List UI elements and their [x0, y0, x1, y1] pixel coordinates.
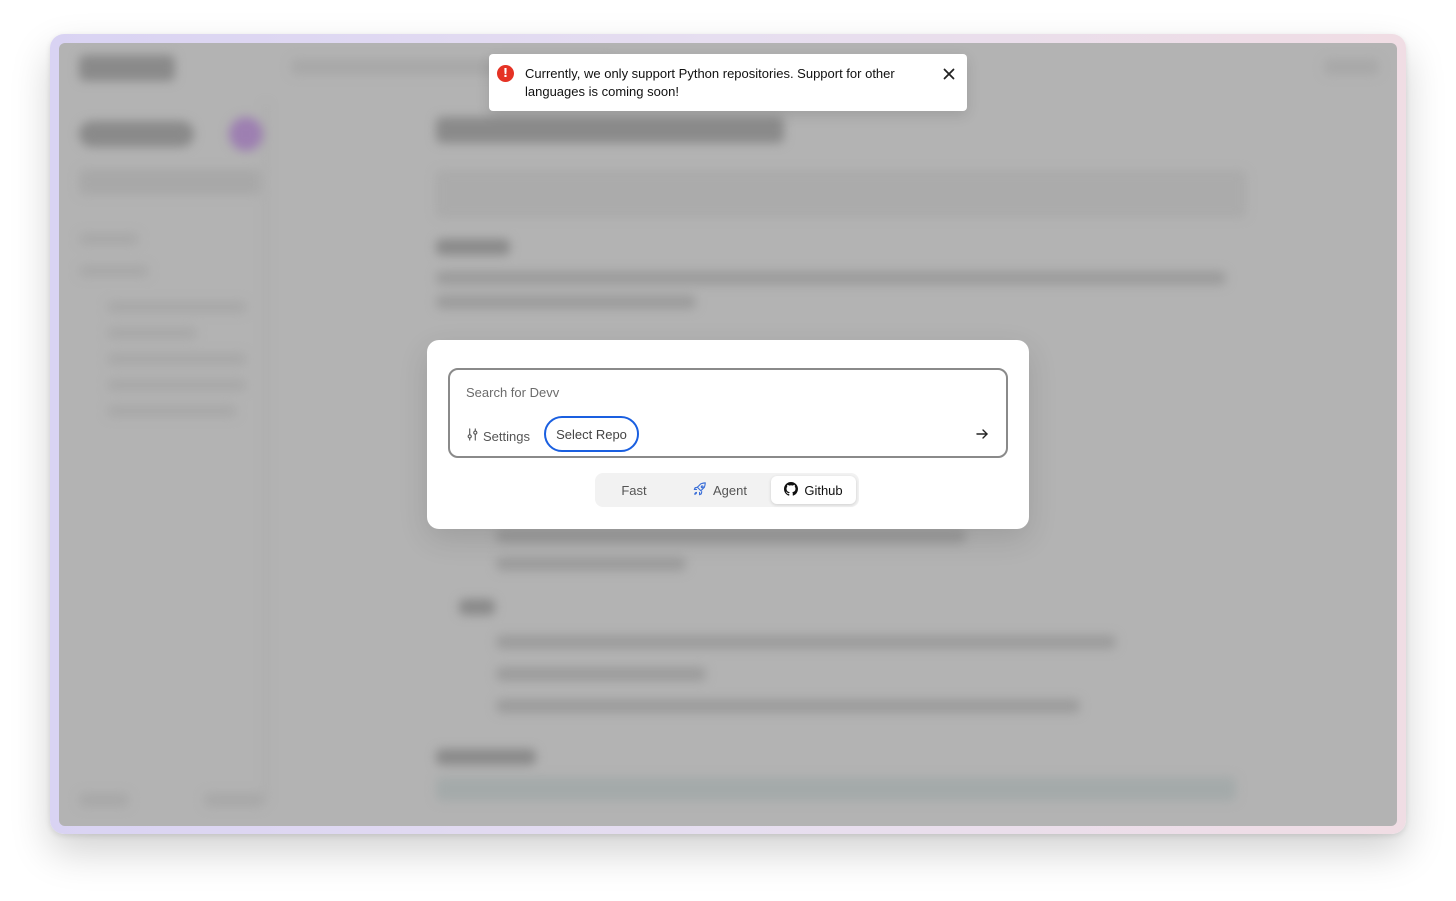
sidebar-item: [107, 353, 247, 365]
mode-tab-label: Github: [804, 482, 843, 498]
sidebar-item: [79, 265, 149, 277]
sidebar-footer-icons: [204, 793, 264, 807]
logo: [79, 55, 175, 81]
sidebar-divider: [265, 103, 267, 803]
sidebar-item: [107, 379, 247, 391]
text-line: [496, 557, 686, 571]
settings-label: Settings: [483, 428, 530, 444]
header-action: [1324, 59, 1379, 75]
mode-tab-fast[interactable]: Fast: [601, 476, 667, 504]
github-icon: [784, 481, 799, 499]
rocket-icon: [693, 481, 707, 499]
section-heading: [436, 749, 536, 765]
text-line: [496, 667, 706, 681]
text-line: [436, 295, 696, 309]
mode-tab-label: Fast: [621, 482, 647, 498]
sliders-icon: [466, 428, 479, 444]
settings-button[interactable]: Settings: [466, 424, 530, 448]
sidebar-item: [107, 301, 247, 313]
section-heading: [436, 239, 510, 255]
error-icon: !: [497, 65, 514, 82]
sidebar-item: [107, 405, 237, 417]
text-line: [436, 271, 1226, 285]
select-repo-button[interactable]: Select Repo: [544, 416, 639, 452]
input-bar: [436, 777, 1236, 801]
user-profile: [79, 121, 194, 147]
search-modal: Settings Select Repo Fast: [427, 340, 1029, 529]
mode-tab-label: Agent: [713, 482, 747, 498]
mode-tab-github[interactable]: Github: [771, 476, 856, 504]
sidebar-item: [79, 233, 139, 245]
sidebar-footer: [79, 793, 129, 807]
text-line: [496, 635, 1116, 649]
sidebar-item: [107, 327, 197, 339]
new-chat-button: [79, 169, 261, 195]
mode-switch: Fast Agent Github: [595, 473, 859, 507]
list-heading: [459, 599, 495, 615]
avatar: [229, 117, 263, 151]
error-toast: ! Currently, we only support Python repo…: [489, 54, 967, 111]
search-box: Settings Select Repo: [448, 368, 1008, 458]
text-line: [496, 529, 966, 543]
search-input[interactable]: [466, 380, 986, 404]
toast-message: Currently, we only support Python reposi…: [525, 66, 895, 99]
page-title: [436, 117, 784, 143]
text-line: [496, 699, 1080, 713]
mode-tab-agent[interactable]: Agent: [683, 476, 757, 504]
query-panel: [436, 171, 1246, 217]
arrow-right-icon[interactable]: [974, 426, 990, 442]
select-repo-label: Select Repo: [556, 426, 627, 442]
close-icon[interactable]: [941, 66, 957, 82]
